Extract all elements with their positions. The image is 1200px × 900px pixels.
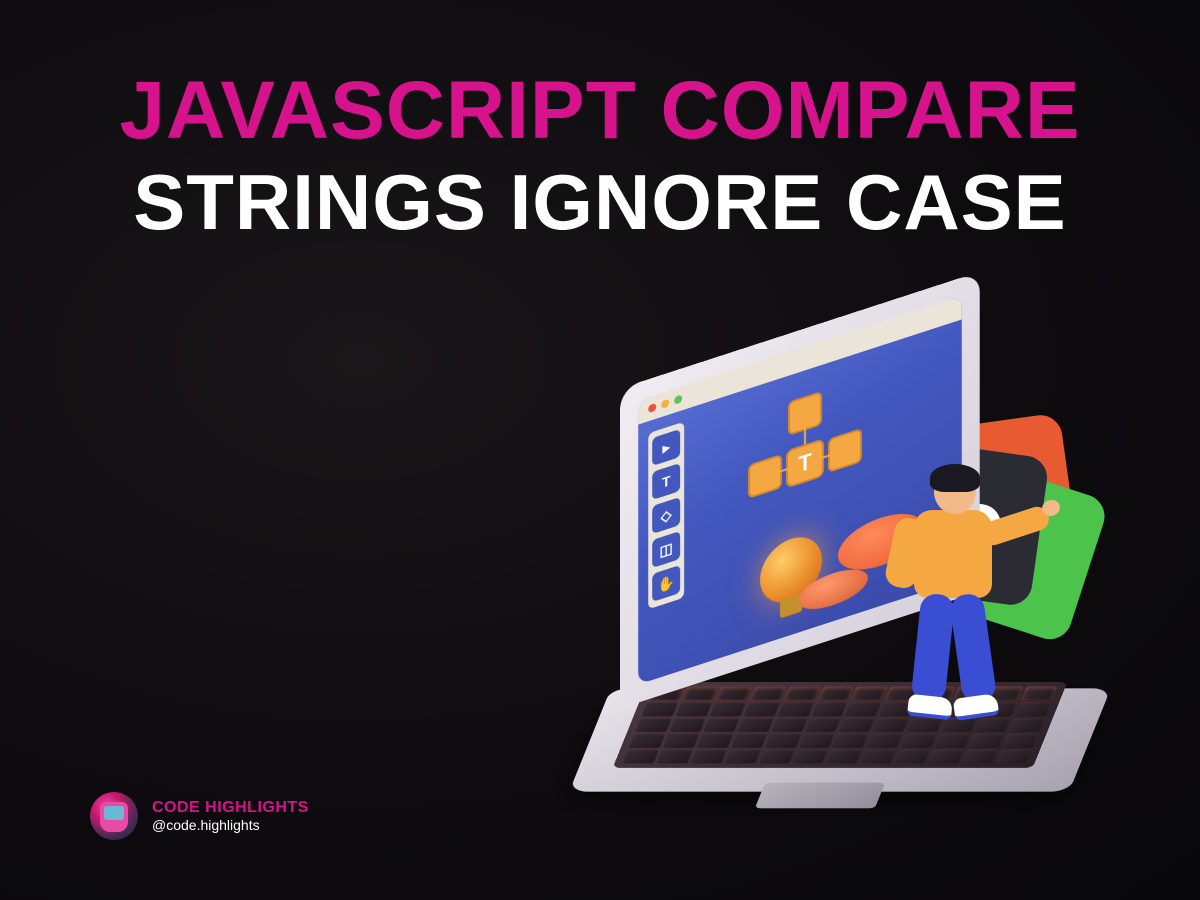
node-right [828,428,862,473]
crop-tool-icon: ◫ [652,531,680,568]
attribution-text: CODE HIGHLIGHTS @code.highlights [152,799,309,833]
person-shoe-left [907,694,953,720]
title-line-2: STRINGS IGNORE CASE [0,160,1200,246]
person-shoe-right [953,693,1000,721]
shape-tool-icon: ◇ [652,497,680,534]
person-torso [914,510,992,598]
person-hair [930,464,980,492]
minimize-dot-icon [661,399,669,410]
attribution-block: CODE HIGHLIGHTS @code.highlights [90,792,309,840]
hand-tool-icon: ✋ [652,565,680,602]
editor-toolbar: ▸ T ◇ ◫ ✋ [648,422,684,610]
maximize-dot-icon [674,394,682,405]
brand-name: CODE HIGHLIGHTS [152,799,309,817]
cursor-tool-icon: ▸ [652,429,680,466]
hero-illustration: ▸ T ◇ ◫ ✋ T [560,300,1120,840]
person-legs [912,594,996,714]
laptop-trackpad [755,783,885,809]
text-tool-icon: T [652,463,680,500]
person-leg-right [949,592,998,704]
close-dot-icon [648,403,656,414]
social-handle: @code.highlights [152,817,309,833]
person-leg-left [910,593,955,704]
title-line-1: JAVASCRIPT COMPARE [0,70,1200,152]
node-left [748,454,782,499]
brand-avatar-icon [90,792,138,840]
person-illustration [870,470,1030,750]
hero-title: JAVASCRIPT COMPARE STRINGS IGNORE CASE [0,70,1200,246]
node-center-label: T [786,438,824,488]
